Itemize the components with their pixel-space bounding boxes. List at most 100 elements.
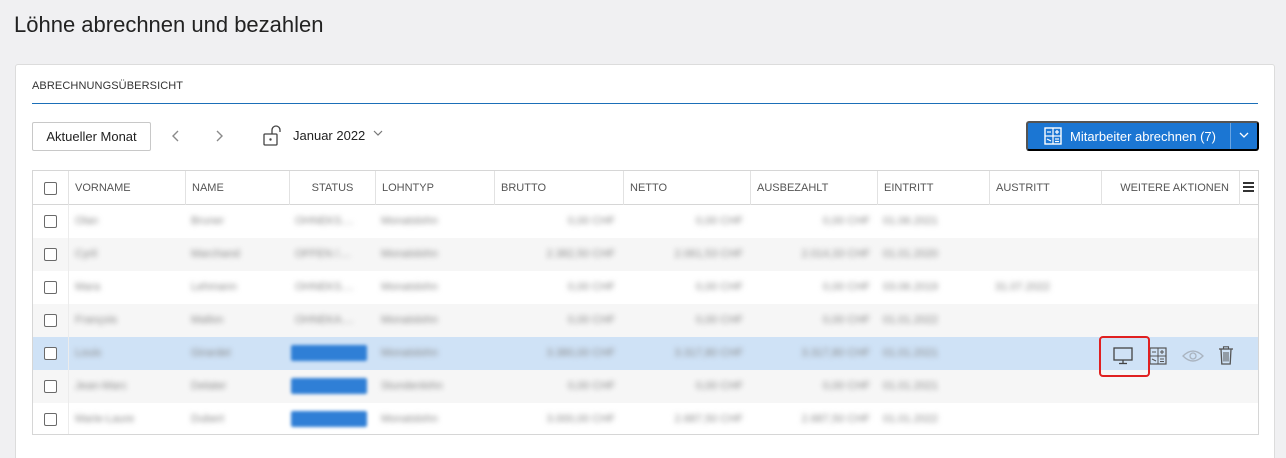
- select-all-checkbox[interactable]: [44, 181, 57, 195]
- column-header-status[interactable]: STATUS: [289, 171, 375, 205]
- next-month-button[interactable]: [207, 124, 231, 148]
- cell-lohntyp: Monatslohn: [381, 347, 438, 359]
- current-month-button[interactable]: Aktueller Monat: [32, 122, 151, 151]
- table-row[interactable]: Cyril Marchand OFFEN /.... Monatslohn 2.382,…: [33, 238, 1258, 271]
- cell-name: Bruner: [191, 215, 225, 227]
- cell-vorname: Jean-Marc: [75, 380, 127, 392]
- cell-austritt: [995, 215, 1095, 228]
- cell-ausbezahlt: 2.014,33 CHF: [801, 248, 870, 260]
- cell-lohntyp: Monatslohn: [381, 215, 438, 227]
- cell-status: OHNEKS....: [295, 215, 354, 227]
- cell-status: OFFEN /....: [295, 248, 351, 260]
- cell-ausbezahlt: 2.687,50 CHF: [801, 413, 870, 425]
- cell-vorname: François: [75, 314, 118, 326]
- column-header-actions: WEITERE AKTIONEN: [1101, 171, 1239, 205]
- chevron-down-icon[interactable]: [373, 129, 383, 140]
- table-row[interactable]: Jean-Marc Delater Stundenlohn 0,00 CHF 0,00 …: [33, 370, 1258, 403]
- row-checkbox[interactable]: [44, 215, 57, 228]
- chevron-down-icon[interactable]: [1239, 131, 1249, 142]
- status-badge: [291, 378, 367, 394]
- column-menu-cell: [1239, 171, 1258, 205]
- page-title: Löhne abrechnen und bezahlen: [14, 12, 324, 37]
- chevron-left-icon: [172, 130, 179, 142]
- cell-brutto: 3.380,00 CHF: [546, 347, 615, 359]
- cell-austritt: [995, 380, 1095, 393]
- prev-month-button[interactable]: [164, 124, 188, 148]
- calculator-icon[interactable]: [1147, 345, 1169, 367]
- chevron-right-icon: [216, 130, 223, 142]
- button-separator: [1230, 123, 1231, 149]
- cell-vorname: Mara: [75, 281, 101, 293]
- cell-netto: 0,00 CHF: [695, 215, 743, 227]
- cell-ausbezahlt: 0,00 CHF: [822, 215, 870, 227]
- cell-netto: 2.061,53 CHF: [674, 248, 743, 260]
- cell-eintritt: 01.01.2021: [883, 380, 939, 392]
- row-checkbox[interactable]: [44, 413, 57, 426]
- row-checkbox[interactable]: [44, 314, 57, 327]
- cell-ausbezahlt: 0,00 CHF: [822, 281, 870, 293]
- cell-name: Lehmann: [191, 281, 237, 293]
- billing-overview-card: ABRECHNUNGSÜBERSICHT Aktueller Monat Jan…: [15, 64, 1275, 458]
- cell-name: Delater: [191, 380, 227, 392]
- select-all-cell: [33, 171, 68, 205]
- cell-ausbezahlt: 3.317,80 CHF: [801, 347, 870, 359]
- table-row[interactable]: François Mallon OHNEKA.... Monatslohn 0,00 C…: [33, 304, 1258, 337]
- eye-icon[interactable]: [1182, 345, 1204, 367]
- row-checkbox[interactable]: [44, 380, 57, 393]
- trash-icon[interactable]: [1215, 344, 1237, 366]
- cell-vorname: Marie-Laure: [75, 413, 135, 425]
- payroll-table: VORNAME NAME STATUS LOHNTYP BRUTTO NETTO…: [32, 170, 1259, 435]
- cell-netto: 3.317,80 CHF: [674, 347, 743, 359]
- column-header-ausbezahlt[interactable]: AUSBEZAHLT: [750, 171, 877, 205]
- table-header: VORNAME NAME STATUS LOHNTYP BRUTTO NETTO…: [33, 171, 1258, 205]
- row-checkbox[interactable]: [44, 281, 57, 294]
- unlock-icon[interactable]: [262, 125, 286, 147]
- cell-eintritt: 01.01.2022: [883, 413, 939, 425]
- row-checkbox[interactable]: [44, 347, 57, 360]
- cell-eintritt: 01.06.2021: [883, 215, 939, 227]
- highlight-box: [1099, 336, 1150, 377]
- cell-status: OHNEKA....: [295, 314, 354, 326]
- cell-brutto: 0,00 CHF: [567, 314, 615, 326]
- table-row[interactable]: Mara Lehmann OHNEKS.... Monatslohn 0,00 CHF 0…: [33, 271, 1258, 304]
- cell-brutto: 0,00 CHF: [567, 380, 615, 392]
- column-header-name[interactable]: NAME: [185, 171, 289, 205]
- cell-vorname: Louis: [75, 347, 102, 359]
- table-row[interactable]: Louis Girardet Monatslohn 3.380,00 CHF 3.317…: [33, 337, 1258, 370]
- cell-eintritt: 03.06.2019: [883, 281, 939, 293]
- cell-netto: 0,00 CHF: [695, 314, 743, 326]
- column-header-netto[interactable]: NETTO: [623, 171, 750, 205]
- bill-employees-label: Mitarbeiter abrechnen (7): [1070, 128, 1216, 144]
- column-header-eintritt[interactable]: EINTRITT: [877, 171, 989, 205]
- column-header-brutto[interactable]: BRUTTO: [494, 171, 623, 205]
- row-checkbox[interactable]: [44, 248, 57, 261]
- cell-vorname: Cyril: [75, 248, 97, 260]
- bill-employees-button[interactable]: Mitarbeiter abrechnen (7): [1026, 121, 1259, 151]
- column-header-austritt[interactable]: AUSTRITT: [989, 171, 1101, 205]
- cell-vorname: Olan: [75, 215, 99, 227]
- cell-brutto: 0,00 CHF: [567, 281, 615, 293]
- cell-eintritt: 01.01.2020: [883, 248, 939, 260]
- cell-eintritt: 01.01.2022: [883, 314, 939, 326]
- card-header: ABRECHNUNGSÜBERSICHT: [32, 80, 184, 92]
- column-header-vorname[interactable]: VORNAME: [68, 171, 185, 205]
- cell-name: Mallon: [191, 314, 224, 326]
- table-row[interactable]: Olan Bruner OHNEKS.... Monatslohn 0,00 CHF 0,…: [33, 205, 1258, 238]
- cell-netto: 0,00 CHF: [695, 380, 743, 392]
- cell-ausbezahlt: 0,00 CHF: [822, 314, 870, 326]
- menu-icon[interactable]: [1243, 182, 1254, 192]
- status-badge: [291, 345, 367, 361]
- status-badge: [291, 411, 367, 427]
- cell-name: Girardet: [191, 347, 231, 359]
- cell-netto: 0,00 CHF: [695, 281, 743, 293]
- cell-status: OHNEKS....: [295, 281, 354, 293]
- cell-austritt: 31.07.2022: [995, 281, 1051, 293]
- column-header-lohntyp[interactable]: LOHNTYP: [375, 171, 494, 205]
- cell-austritt: [995, 347, 1095, 360]
- cell-name: Marchand: [191, 248, 240, 260]
- cell-austritt: [995, 413, 1095, 426]
- column-divider: [68, 205, 69, 434]
- month-selector-label[interactable]: Januar 2022: [293, 128, 365, 143]
- table-row[interactable]: Marie-Laure Dubert Monatslohn 3.000,00 CHF 2…: [33, 403, 1258, 434]
- cell-brutto: 2.382,50 CHF: [546, 248, 615, 260]
